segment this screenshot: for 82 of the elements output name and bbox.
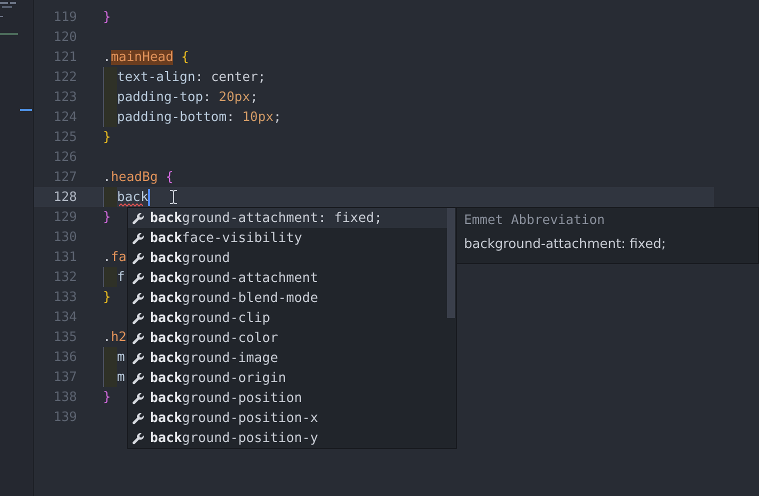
- suggestion-item[interactable]: background-position-y: [128, 428, 448, 448]
- wrench-icon: [132, 272, 145, 284]
- code-text: ;: [258, 70, 266, 84]
- line-number: 131: [52, 250, 77, 264]
- wrench-icon: [132, 352, 145, 364]
- number-text: 10px: [242, 110, 274, 124]
- wrench-icon: [132, 312, 145, 324]
- line-number: 136: [52, 350, 77, 364]
- suggestion-item[interactable]: background-color: [128, 328, 448, 348]
- line-number: 133: [52, 290, 77, 304]
- brace-text: {: [166, 170, 174, 184]
- code-text: .: [103, 170, 111, 184]
- suggestion-item[interactable]: background-attachment: fixed;: [128, 208, 448, 228]
- scrollbar-thumb[interactable]: [447, 208, 455, 318]
- code-text: .: [103, 250, 111, 264]
- value-text: center: [210, 70, 258, 84]
- code-text: .: [103, 330, 111, 344]
- code-text: .: [103, 50, 111, 64]
- brace-text: }: [103, 130, 111, 144]
- property-text: back: [117, 190, 148, 204]
- line-number: 126: [52, 150, 77, 164]
- wrench-icon: [132, 212, 145, 224]
- wrench-icon: [132, 232, 145, 244]
- suggestion-item[interactable]: background-position: [128, 388, 448, 408]
- suggestion-item[interactable]: backface-visibility: [128, 228, 448, 248]
- line-number: 138: [52, 390, 77, 404]
- property-text: f: [117, 270, 125, 284]
- line-number: 119: [52, 10, 77, 24]
- suggestion-item[interactable]: background-clip: [128, 308, 448, 328]
- selector-text: fa: [110, 250, 126, 264]
- line-number: 124: [52, 110, 77, 124]
- property-text: text-align: [117, 70, 196, 84]
- selector-text: mainHead: [110, 50, 174, 64]
- wrench-icon: [132, 412, 145, 424]
- suggestion-item[interactable]: background: [128, 248, 448, 268]
- property-text: m: [117, 370, 125, 384]
- brace-text: }: [103, 210, 111, 224]
- selector-text: headBg: [110, 170, 158, 184]
- number-text: 20px: [218, 90, 250, 104]
- code-text: ;: [250, 90, 258, 104]
- wrench-icon: [132, 392, 145, 404]
- wrench-icon: [132, 252, 145, 264]
- line-number: 135: [52, 330, 77, 344]
- detail-description: background-attachment: fixed;: [464, 237, 667, 252]
- line-number: 130: [52, 230, 77, 244]
- line-number: 137: [52, 370, 77, 384]
- code-text: :: [195, 70, 204, 84]
- property-text: padding-top: [117, 90, 204, 104]
- brace-text: }: [103, 290, 111, 304]
- line-number: 127: [52, 170, 77, 184]
- detail-title: Emmet Abbreviation: [464, 213, 606, 228]
- wrench-icon: [132, 292, 145, 304]
- line-number: 123: [52, 90, 77, 104]
- suggestion-item[interactable]: background-origin: [128, 368, 448, 388]
- property-text: m: [117, 350, 125, 364]
- line-number: 134: [52, 310, 77, 324]
- line-number: 132: [52, 270, 77, 284]
- line-number: 120: [52, 30, 77, 44]
- scroll-marker: [20, 109, 32, 111]
- suggestion-item[interactable]: background-blend-mode: [128, 288, 448, 308]
- suggestion-item[interactable]: background-position-x: [128, 408, 448, 428]
- brace-text: }: [103, 10, 111, 24]
- code-text: :: [203, 90, 212, 104]
- brace-text: {: [181, 50, 190, 64]
- code-text: ;: [274, 110, 282, 124]
- line-number: 122: [52, 70, 77, 84]
- property-text: padding-bottom: [117, 110, 227, 124]
- brace-text: }: [103, 390, 111, 404]
- wrench-icon: [132, 332, 145, 344]
- wrench-icon: [132, 372, 145, 384]
- line-number: 139: [52, 410, 77, 424]
- line-number: 128: [52, 190, 77, 204]
- ibeam-cursor-icon: [170, 190, 178, 204]
- suggestion-item[interactable]: background-attachment: [128, 268, 448, 288]
- suggestion-item[interactable]: background-image: [128, 348, 448, 368]
- minimap-drawing: [0, 0, 20, 38]
- wrench-icon: [132, 432, 145, 444]
- line-number: 129: [52, 210, 77, 224]
- line-number: 125: [52, 130, 77, 144]
- line-number: 121: [52, 50, 77, 64]
- code-text: :: [226, 110, 236, 124]
- selector-text: h2: [110, 330, 126, 344]
